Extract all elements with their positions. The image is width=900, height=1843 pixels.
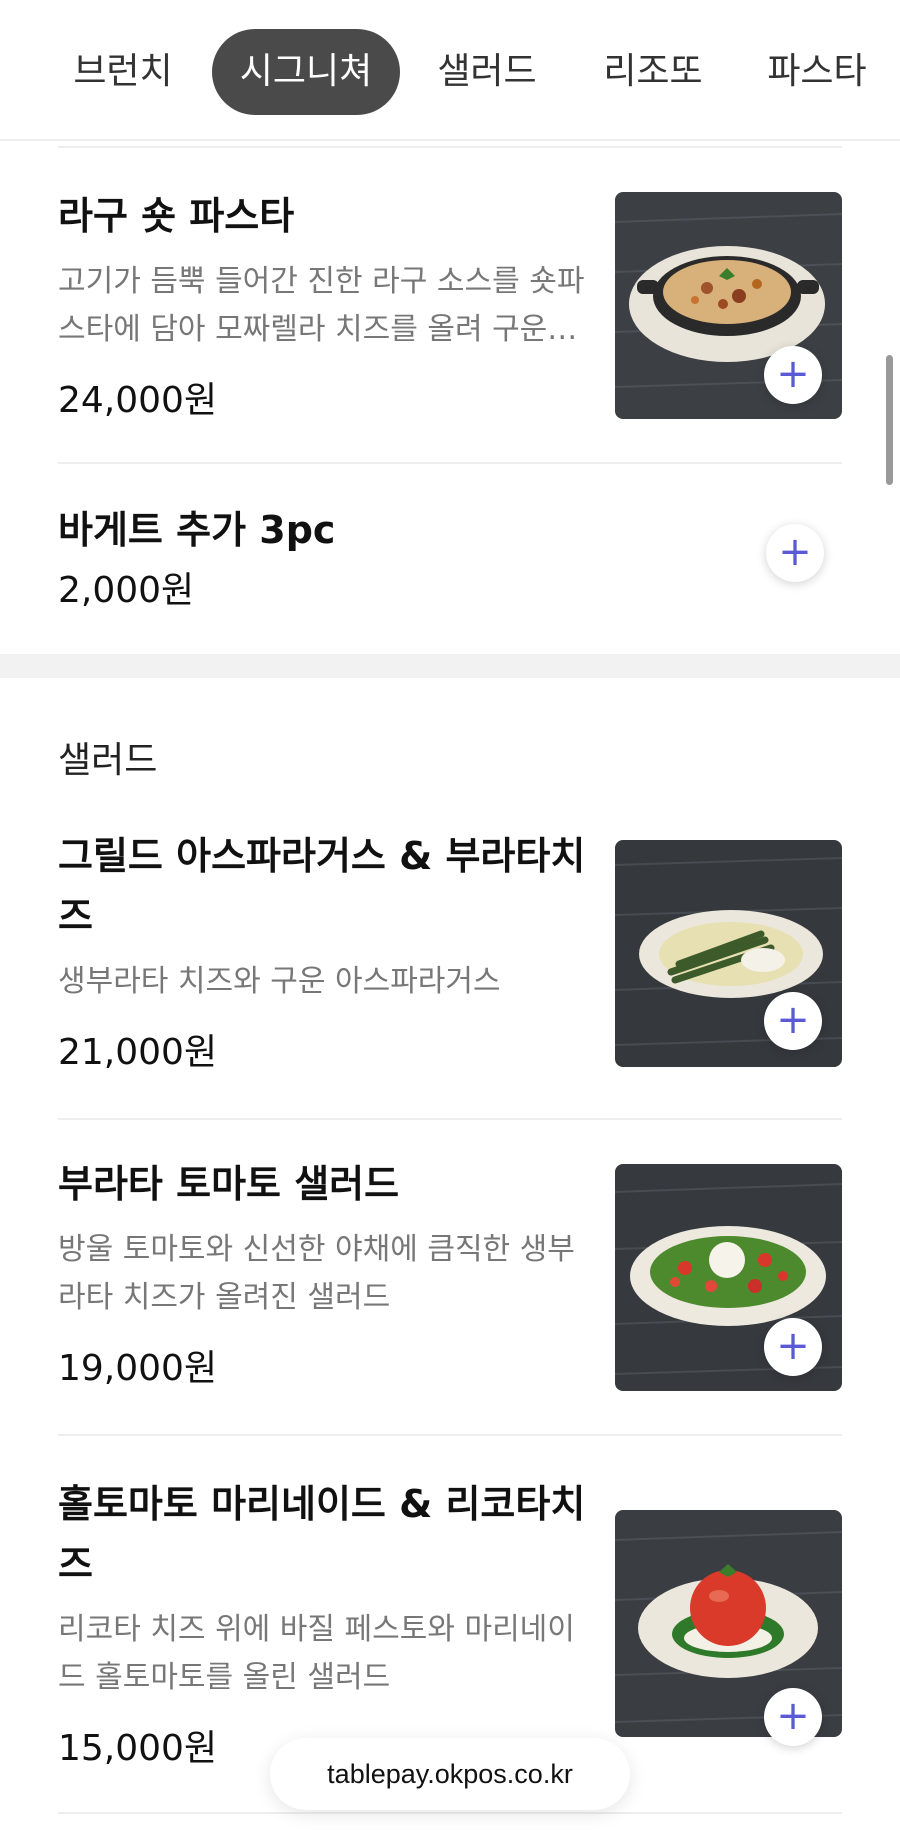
item-price: 15,000원 bbox=[58, 1728, 218, 1769]
section-title: 샐러드 bbox=[58, 740, 158, 781]
section-separator bbox=[0, 654, 900, 678]
menu-item[interactable]: 라구 숏 파스타 고기가 듬뿍 들어간 진한 라구 소스를 숏파스타에 담아 모… bbox=[58, 186, 842, 426]
plus-icon: + bbox=[776, 350, 810, 397]
item-description: 생부라타 치즈와 구운 아스파라거스 bbox=[58, 964, 501, 999]
menu-item[interactable]: 홀토마토 마리네이드 & 리코타치즈 리코타 치즈 위에 바질 페스토와 마리네… bbox=[58, 1474, 842, 1774]
category-tab-bar: 브런치 시그니쳐 샐러드 리조또 파스타 bbox=[0, 0, 900, 141]
plus-icon: + bbox=[776, 996, 810, 1043]
item-name: 부라타 토마토 샐러드 bbox=[58, 1162, 400, 1206]
scrollbar[interactable] bbox=[886, 355, 893, 485]
add-button[interactable]: + bbox=[764, 992, 822, 1050]
item-name: 라구 숏 파스타 bbox=[58, 194, 295, 238]
tab-salad[interactable]: 샐러드 bbox=[422, 29, 552, 115]
item-price: 19,000원 bbox=[58, 1348, 218, 1389]
item-description: 고기가 듬뿍 들어간 진한 라구 소스를 숏파스타에 담아 모짜렐라 치즈를 올… bbox=[58, 264, 585, 347]
item-name: 홀토마토 마리네이드 & 리코타치즈 bbox=[58, 1482, 586, 1586]
tab-brunch[interactable]: 브런치 bbox=[58, 29, 188, 115]
divider bbox=[58, 146, 842, 148]
divider bbox=[58, 1118, 842, 1120]
tab-signature[interactable]: 시그니쳐 bbox=[212, 29, 400, 115]
plus-icon: + bbox=[776, 1692, 810, 1739]
item-name: 바게트 추가 3pc bbox=[58, 508, 336, 552]
menu-item[interactable]: 바게트 추가 3pc 2,000원 + bbox=[58, 500, 842, 620]
item-price: 21,000원 bbox=[58, 1032, 218, 1073]
item-description: 리코타 치즈 위에 바질 페스토와 마리네이드 홀토마토를 올린 샐러드 bbox=[58, 1612, 575, 1695]
url-pill[interactable]: tablepay.okpos.co.kr bbox=[270, 1738, 630, 1810]
menu-item[interactable]: 그릴드 아스파라거스 & 부라타치즈 생부라타 치즈와 구운 아스파라거스 21… bbox=[58, 826, 842, 1096]
item-name: 그릴드 아스파라거스 & 부라타치즈 bbox=[58, 834, 586, 938]
divider bbox=[58, 462, 842, 464]
divider bbox=[58, 1434, 842, 1436]
item-price: 24,000원 bbox=[58, 380, 218, 421]
plus-icon: + bbox=[778, 528, 812, 575]
menu-item[interactable]: 부라타 토마토 샐러드 방울 토마토와 신선한 야채에 큼직한 생부라타 치즈가… bbox=[58, 1154, 842, 1394]
tab-pasta[interactable]: 파스타 bbox=[752, 29, 882, 115]
add-button[interactable]: + bbox=[764, 346, 822, 404]
plus-icon: + bbox=[776, 1322, 810, 1369]
item-description: 방울 토마토와 신선한 야채에 큼직한 생부라타 치즈가 올려진 샐러드 bbox=[58, 1232, 575, 1315]
add-button[interactable]: + bbox=[764, 1318, 822, 1376]
item-price: 2,000원 bbox=[58, 570, 195, 611]
add-button[interactable]: + bbox=[764, 1688, 822, 1746]
add-button[interactable]: + bbox=[766, 524, 824, 582]
divider bbox=[58, 1812, 842, 1814]
tab-risotto[interactable]: 리조또 bbox=[588, 29, 718, 115]
